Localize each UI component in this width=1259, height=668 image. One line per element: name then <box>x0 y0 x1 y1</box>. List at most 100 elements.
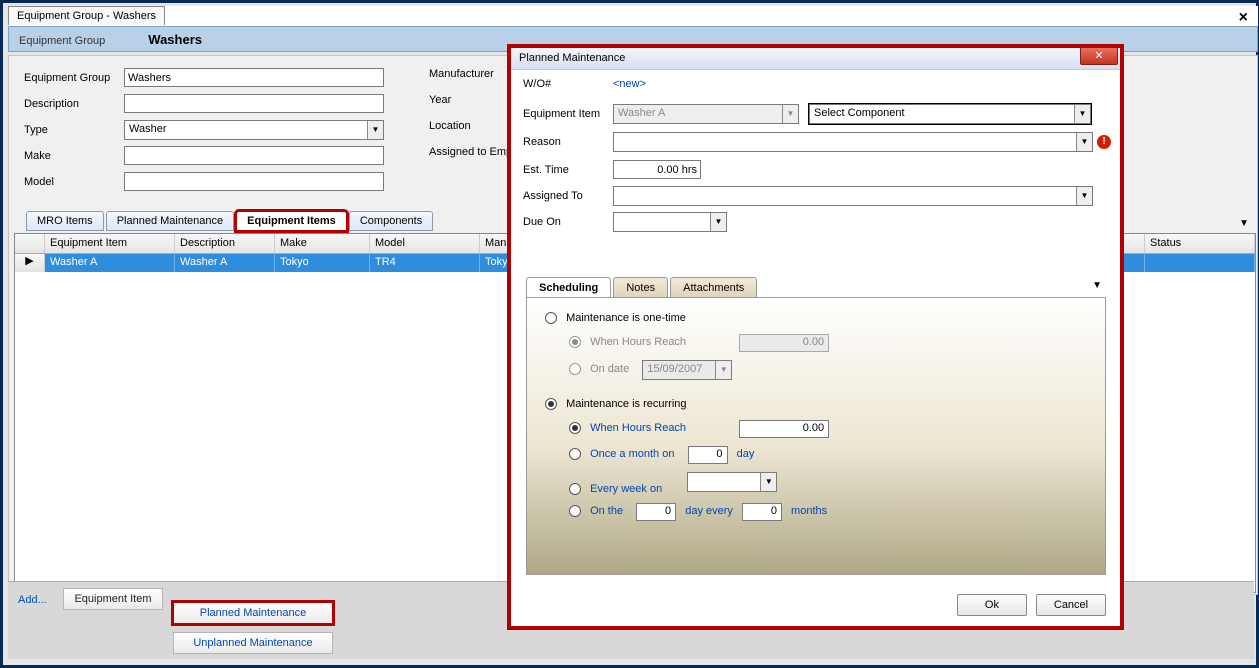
radio-on-date <box>569 363 581 375</box>
add-label: Add... <box>18 594 47 606</box>
on-the-months-input[interactable]: 0 <box>742 503 782 521</box>
label-every-week: Every week on <box>590 483 662 495</box>
col-equipment-item[interactable]: Equipment Item <box>45 234 175 253</box>
tab-notes[interactable]: Notes <box>613 277 668 299</box>
label-when-hours-ot: When Hours Reach <box>590 336 686 348</box>
component-select[interactable]: Select Component ▼ <box>809 104 1091 124</box>
label-type: Type <box>24 124 124 136</box>
col-model[interactable]: Model <box>370 234 480 253</box>
label-model: Model <box>24 176 124 188</box>
tab-planned-maintenance[interactable]: Planned Maintenance <box>106 211 234 231</box>
due-on-select[interactable]: ▼ <box>613 212 727 232</box>
radio-recurring-hours[interactable] <box>569 422 581 434</box>
label-when-hours-rec: When Hours Reach <box>590 422 686 434</box>
label-on-date: On date <box>590 363 629 375</box>
ok-button[interactable]: Ok <box>957 594 1027 616</box>
model-input[interactable] <box>124 172 384 191</box>
label-assigned-to: Assigned To <box>523 190 613 202</box>
label-day-every: day every <box>685 505 733 517</box>
dialog-title: Planned Maintenance <box>519 52 625 64</box>
tab-attachments[interactable]: Attachments <box>670 277 757 299</box>
dialog-button-row: Ok Cancel <box>951 594 1106 616</box>
chevron-down-icon[interactable]: ▼ <box>760 473 776 491</box>
dialog-close-button[interactable]: ✕ <box>1080 47 1118 65</box>
label-equipment-group: Equipment Group <box>24 72 124 84</box>
planned-maintenance-dialog: Planned Maintenance ✕ W/O# <new> Equipme… <box>507 44 1124 630</box>
make-input[interactable] <box>124 146 384 165</box>
label-due-on: Due On <box>523 216 613 228</box>
chevron-down-icon[interactable]: ▼ <box>710 213 726 231</box>
cell-equipment-item: Washer A <box>45 254 175 272</box>
component-placeholder: Select Component <box>810 105 909 121</box>
equipment-item-select: Washer A ▼ <box>613 104 799 124</box>
radio-on-the[interactable] <box>569 505 581 517</box>
close-icon[interactable]: × <box>1239 9 1248 27</box>
label-months-suffix: months <box>791 505 827 517</box>
label-day-suffix: day <box>737 448 755 460</box>
on-date-value: 15/09/2007 <box>643 361 706 377</box>
label-equipment-item-dlg: Equipment Item <box>523 108 613 120</box>
every-week-select[interactable]: ▼ <box>687 472 777 492</box>
label-reason: Reason <box>523 136 613 148</box>
scheduling-panel: Maintenance is one-time When Hours Reach… <box>526 297 1106 575</box>
once-month-day-input[interactable]: 0 <box>688 446 728 464</box>
radio-one-time-hours <box>569 336 581 348</box>
recurring-hours-input[interactable]: 0.00 <box>739 420 829 438</box>
dialog-tab-overflow-icon[interactable]: ▼ <box>1092 280 1102 291</box>
on-the-day-input[interactable]: 0 <box>636 503 676 521</box>
on-date-select: 15/09/2007 ▼ <box>642 360 732 380</box>
tab-scheduling[interactable]: Scheduling <box>526 277 611 299</box>
chevron-down-icon[interactable]: ▼ <box>1076 133 1092 151</box>
radio-one-time[interactable] <box>545 312 557 324</box>
row-indicator-icon: ▶ <box>15 254 45 272</box>
subheader-label: Equipment Group <box>19 35 105 47</box>
chevron-down-icon: ▼ <box>715 361 731 379</box>
cell-description: Washer A <box>175 254 275 272</box>
error-icon: ! <box>1097 135 1111 149</box>
description-input[interactable] <box>124 94 384 113</box>
type-value: Washer <box>125 121 171 137</box>
dialog-titlebar[interactable]: Planned Maintenance ✕ <box>511 48 1120 70</box>
tab-mro-items[interactable]: MRO Items <box>26 211 104 231</box>
dialog-tab-strip: Scheduling Notes Attachments <box>526 277 756 299</box>
col-description[interactable]: Description <box>175 234 275 253</box>
radio-once-month[interactable] <box>569 448 581 460</box>
chevron-down-icon[interactable]: ▼ <box>367 121 383 139</box>
type-select[interactable]: Washer ▼ <box>124 120 384 140</box>
col-status[interactable]: Status <box>1145 234 1255 253</box>
label-make: Make <box>24 150 124 162</box>
col-make[interactable]: Make <box>275 234 370 253</box>
cell-status <box>1145 254 1255 272</box>
label-description: Description <box>24 98 124 110</box>
add-planned-maintenance-button[interactable]: Planned Maintenance <box>173 602 333 624</box>
one-time-hours-input: 0.00 <box>739 334 829 352</box>
equipment-item-value: Washer A <box>614 105 669 121</box>
tab-overflow-icon[interactable]: ▼ <box>1239 218 1249 229</box>
cell-make: Tokyo <box>275 254 370 272</box>
label-recurring: Maintenance is recurring <box>566 398 686 410</box>
equipment-group-input[interactable] <box>124 68 384 87</box>
est-time-input[interactable] <box>613 160 701 179</box>
chevron-down-icon[interactable]: ▼ <box>1076 187 1092 205</box>
document-tab-strip: Equipment Group - Washers × <box>8 6 1258 26</box>
label-once-month: Once a month on <box>590 448 674 460</box>
radio-recurring[interactable] <box>545 398 557 410</box>
reason-select[interactable]: ▼ <box>613 132 1093 152</box>
document-tab[interactable]: Equipment Group - Washers <box>8 6 165 25</box>
label-wo-number: W/O# <box>523 78 613 90</box>
wo-number-value: <new> <box>613 78 646 90</box>
tab-equipment-items[interactable]: Equipment Items <box>236 211 347 231</box>
add-equipment-item-button[interactable]: Equipment Item <box>63 588 163 610</box>
radio-every-week[interactable] <box>569 483 581 495</box>
label-est-time: Est. Time <box>523 164 613 176</box>
cell-model: TR4 <box>370 254 480 272</box>
chevron-down-icon: ▼ <box>782 105 798 123</box>
chevron-down-icon[interactable]: ▼ <box>1074 105 1090 123</box>
cancel-button[interactable]: Cancel <box>1036 594 1106 616</box>
tab-components[interactable]: Components <box>349 211 433 231</box>
add-unplanned-maintenance-button[interactable]: Unplanned Maintenance <box>173 632 333 654</box>
label-on-the: On the <box>590 505 623 517</box>
label-one-time: Maintenance is one-time <box>566 312 686 324</box>
detail-tab-strip: MRO Items Planned Maintenance Equipment … <box>26 211 432 233</box>
assigned-to-select[interactable]: ▼ <box>613 186 1093 206</box>
